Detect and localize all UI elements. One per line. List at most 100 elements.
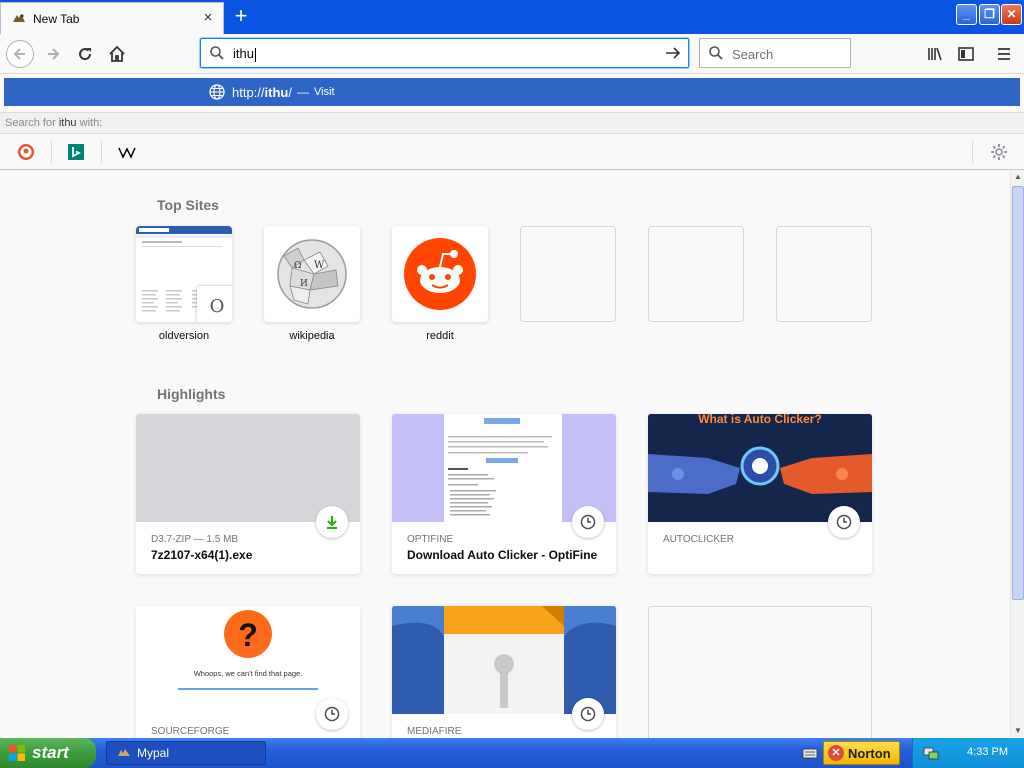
card-title: 7z2107-x64(1).exe	[151, 548, 253, 562]
clock-icon	[572, 506, 604, 538]
card-meta: AUTOCLICKER	[663, 534, 734, 545]
suggestion-action: Visit	[313, 86, 335, 98]
norton-alert-icon: ✕	[828, 745, 844, 761]
tab-strip: New Tab × + _ ❐ ✕	[0, 0, 1024, 34]
bing-engine-button[interactable]	[53, 139, 99, 165]
clock-icon	[316, 698, 348, 730]
top-site-reddit[interactable]	[392, 226, 488, 322]
new-tab-content: Top Sites O oldversion Ω W И wikipedia r…	[0, 170, 1010, 738]
card-title: Download Auto Clicker - OptiFine	[407, 548, 598, 562]
home-icon	[109, 45, 125, 62]
card-meta: OPTIFINE	[407, 534, 454, 545]
tab-new-tab[interactable]: New Tab ×	[0, 2, 224, 34]
home-button[interactable]	[103, 40, 131, 68]
clock-icon	[572, 698, 604, 730]
download-icon	[316, 506, 348, 538]
reload-button[interactable]	[71, 40, 99, 68]
vertical-scrollbar[interactable]: ▲ ▼	[1010, 170, 1024, 738]
back-arrow-icon	[13, 48, 25, 60]
taskbar-item-mypal[interactable]: Mypal	[106, 741, 266, 765]
card-meta: SOURCEFORGE	[151, 726, 230, 737]
svg-text:И: И	[300, 279, 308, 289]
highlight-card[interactable]: What is Auto Clicker? AUTOCLICKER	[648, 414, 872, 574]
start-label: start	[32, 743, 69, 762]
engine-separator	[972, 141, 973, 163]
scroll-up-arrow-icon[interactable]: ▲	[1012, 170, 1024, 184]
url-bar[interactable]: ithu	[200, 38, 689, 68]
search-settings-button[interactable]	[976, 139, 1022, 165]
norton-label: Norton	[848, 745, 891, 761]
svg-text:Ω: Ω	[294, 261, 301, 271]
system-tray: 4:33 PM	[912, 738, 1024, 768]
globe-icon	[208, 83, 226, 101]
scrollbar-thumb[interactable]	[1012, 186, 1024, 600]
top-site-label: reddit	[426, 330, 454, 342]
highlight-card[interactable]: MEDIAFIRE	[392, 606, 616, 738]
engine-separator	[101, 141, 102, 163]
highlight-card[interactable]: ? Whoops, we can't find that page. SOURC…	[136, 606, 360, 738]
navigation-toolbar: ithu Search	[0, 34, 1024, 74]
url-input-value[interactable]: ithu	[233, 46, 256, 62]
back-button[interactable]	[6, 40, 34, 68]
new-tab-button[interactable]: +	[230, 5, 252, 28]
highlight-card-empty	[648, 606, 872, 738]
forward-button[interactable]	[39, 40, 67, 68]
suggestion-visit-row[interactable]: http://ithu/ — Visit	[4, 78, 1020, 106]
highlight-card[interactable]: D3.7-ZIP — 1.5 MB 7z2107-x64(1).exe	[136, 414, 360, 574]
browser-window: New Tab × + _ ❐ ✕ ithu Search http://ith…	[0, 0, 1024, 768]
reload-icon	[79, 48, 92, 61]
library-button[interactable]	[921, 40, 949, 68]
minimize-button[interactable]: _	[956, 4, 977, 25]
top-sites-title: Top Sites	[157, 197, 219, 213]
top-site-label: wikipedia	[289, 330, 335, 342]
norton-tray-button[interactable]: ✕ Norton	[823, 741, 900, 765]
hamburger-menu-icon	[998, 48, 1010, 60]
top-site-empty[interactable]	[776, 226, 872, 322]
text-caret	[254, 47, 256, 62]
autoclicker-thumb-text: What is Auto Clicker?	[698, 414, 822, 426]
tab-title: New Tab	[33, 11, 80, 26]
go-arrow-icon[interactable]	[664, 44, 682, 67]
sidebar-toggle-button[interactable]	[952, 40, 980, 68]
scroll-down-arrow-icon[interactable]: ▼	[1012, 724, 1024, 738]
duckduckgo-engine-button[interactable]	[3, 139, 49, 165]
svg-text:?: ?	[238, 617, 258, 653]
maximize-button[interactable]: ❐	[979, 4, 1000, 25]
bing-icon	[68, 144, 84, 160]
clock-time: 4:33 PM	[967, 746, 1008, 758]
forward-arrow-icon	[48, 48, 60, 60]
start-button[interactable]: start	[0, 738, 96, 768]
mypal-favicon-icon	[11, 11, 27, 27]
gear-icon	[991, 144, 1007, 160]
top-site-wikipedia[interactable]: Ω W И	[264, 226, 360, 322]
menu-button[interactable]	[990, 40, 1018, 68]
card-meta: D3.7-ZIP — 1.5 MB	[151, 534, 239, 545]
search-icon	[708, 45, 724, 66]
suggestion-url: http://ithu/	[232, 84, 292, 100]
engine-separator	[51, 141, 52, 163]
search-for-label: Search for ithu with:	[0, 112, 1024, 134]
highlight-card[interactable]: OPTIFINE Download Auto Clicker - OptiFin…	[392, 414, 616, 574]
top-site-label: oldversion	[158, 330, 210, 342]
close-window-button[interactable]: ✕	[1001, 4, 1022, 25]
oldversion-badge: O	[197, 286, 232, 322]
top-site-oldversion[interactable]: O	[136, 226, 232, 322]
card-meta: MEDIAFIRE	[407, 726, 462, 737]
clock-icon	[828, 506, 860, 538]
search-icon	[209, 45, 225, 66]
library-icon	[928, 47, 942, 61]
reddit-icon	[404, 238, 476, 310]
taskbar-item-label: Mypal	[137, 746, 170, 760]
sourceforge-thumb-text: Whoops, we can't find that page.	[194, 669, 303, 678]
top-site-empty[interactable]	[648, 226, 744, 322]
wikipedia-engine-button[interactable]	[104, 139, 150, 165]
network-icon[interactable]	[923, 745, 939, 761]
mypal-icon	[118, 749, 130, 756]
wikipedia-icon	[118, 147, 136, 159]
windows-logo-icon	[9, 745, 25, 761]
search-bar[interactable]: Search	[699, 38, 851, 68]
keyboard-icon[interactable]	[802, 745, 818, 761]
one-off-search-engines	[0, 135, 1024, 169]
top-site-empty[interactable]	[520, 226, 616, 322]
tab-close-icon[interactable]: ×	[201, 10, 215, 25]
